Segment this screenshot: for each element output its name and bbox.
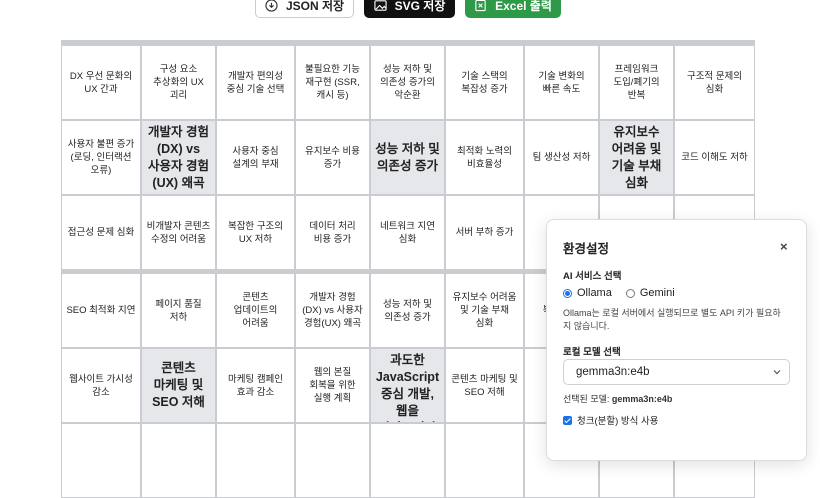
grid-cell[interactable] [216, 423, 295, 498]
grid-cell[interactable]: 콘텐츠 업데이트의 어려움 [216, 273, 295, 348]
model-select-value: gemma3n:e4b [576, 366, 650, 378]
selected-model-prefix: 선택된 모델: [563, 394, 612, 404]
chunk-checkbox[interactable] [563, 415, 572, 425]
grid-cell[interactable]: 기술 변화의 빠른 속도 [524, 45, 599, 120]
excel-export-button[interactable]: Excel 출력 [465, 0, 561, 18]
radio-gemini-label: Gemini [639, 287, 675, 299]
json-save-label: JSON 저장 [285, 0, 345, 13]
grid-cell[interactable]: 성능 저하 및 의존성 증가 [370, 273, 445, 348]
grid-cell[interactable]: 서버 부하 증가 [445, 195, 524, 270]
grid-cell[interactable] [370, 423, 445, 498]
grid-cell[interactable]: 웹의 본질 회복을 위한 실행 계획 [295, 348, 370, 423]
chunk-checkbox-label: 청크(분할) 방식 사용 [577, 416, 659, 427]
grid-cell[interactable]: 성능 저하 및 의존성 증가의 악순환 [370, 45, 445, 120]
ai-service-radio-group: Ollama Gemini [563, 287, 675, 299]
chunk-checkbox-row: 청크(분할) 방식 사용 [563, 413, 659, 427]
chevron-down-icon [773, 370, 781, 375]
selected-model-text: 선택된 모델: gemma3n:e4b [563, 392, 672, 405]
grid-cell[interactable]: 콘텐츠 마케팅 및 SEO 저해 [141, 348, 216, 423]
grid-cell[interactable]: 유지보수 비용 증가 [295, 120, 370, 195]
image-icon [373, 0, 387, 11]
grid-cell[interactable]: 마케팅 캠페인 효과 감소 [216, 348, 295, 423]
grid-cell[interactable]: 사용자 중심 설계의 부재 [216, 120, 295, 195]
grid-cell[interactable] [445, 423, 524, 498]
grid-cell[interactable]: 비개발자 콘텐츠 수정의 어려움 [141, 195, 216, 270]
grid-cell[interactable]: 기술 스택의 복잡성 증가 [445, 45, 524, 120]
grid-cell[interactable] [295, 423, 370, 498]
grid-cell[interactable]: 구성 요소 추상화의 UX 괴리 [141, 45, 216, 120]
grid-cell[interactable]: 사용자 불편 증가(로딩, 인터랙션 오류) [61, 120, 141, 195]
grid-cell[interactable]: 요약 개요 과도한 JavaScript 중심 개발, 웹을 망가뜨리다 [370, 348, 445, 423]
grid-cell[interactable] [141, 423, 216, 498]
settings-modal: 환경설정 × AI 서비스 선택 Ollama Gemini Ollama는 로… [546, 219, 807, 461]
radio-gemini[interactable] [625, 288, 635, 298]
download-icon [265, 0, 278, 12]
ai-service-label: AI 서비스 선택 [563, 271, 622, 282]
selected-model-value: gemma3n:e4b [611, 394, 673, 404]
grid-cell[interactable]: 개발자 경험(DX) vs 사용자 경험(UX) 왜곡 [295, 273, 370, 348]
grid-cell[interactable] [61, 423, 141, 498]
grid-cell[interactable]: 프레임워크 도입/폐기의 반복 [599, 45, 674, 120]
toolbar: JSON 저장 SVG 저장 Excel 출력 [0, 0, 820, 18]
grid-cell[interactable]: 네트워크 지연 심화 [370, 195, 445, 270]
grid-cell[interactable]: 팀 생산성 저하 [524, 120, 599, 195]
grid-cell[interactable]: 최적화 노력의 비효율성 [445, 120, 524, 195]
json-save-button[interactable]: JSON 저장 [255, 0, 354, 18]
grid-cell[interactable]: 웹사이트 가시성 감소 [61, 348, 141, 423]
grid-cell[interactable]: 콘텐츠 마케팅 및 SEO 저해 [445, 348, 524, 423]
grid-cell[interactable]: DX 우선 문화의 UX 간과 [61, 45, 141, 120]
grid-cell[interactable]: 복잡한 구조의 UX 저하 [216, 195, 295, 270]
grid-cell[interactable]: 유지보수 어려움 및 기술 부채 심화 [445, 273, 524, 348]
spreadsheet-icon [475, 0, 486, 11]
grid-cell[interactable]: 개발자 편의성 중심 기술 선택 [216, 45, 295, 120]
grid-cell[interactable]: 페이지 품질 저하 [141, 273, 216, 348]
radio-ollama-label: Ollama [577, 287, 612, 299]
model-select-label: 로컬 모델 선택 [563, 347, 621, 358]
ollama-note: Ollama는 로컬 서버에서 실행되므로 별도 API 키가 필요하지 않습니… [563, 308, 781, 331]
radio-ollama[interactable] [563, 288, 572, 298]
svg-save-button[interactable]: SVG 저장 [364, 0, 455, 18]
grid-cell[interactable]: 구조적 문제의 심화 [674, 45, 755, 120]
grid-cell[interactable]: SEO 최적화 지연 [61, 273, 141, 348]
grid-cell[interactable]: 접근성 문제 심화 [61, 195, 141, 270]
excel-export-label: Excel 출력 [495, 0, 552, 13]
close-button[interactable]: × [780, 239, 788, 254]
grid-cell[interactable]: 데이터 처리 비용 증가 [295, 195, 370, 270]
grid-cell[interactable]: 성능 저하 및 의존성 증가 [370, 120, 445, 195]
grid-cell[interactable]: 유지보수 어려움 및 기술 부채 심화 [599, 120, 674, 195]
grid-cell[interactable]: 불필요한 기능 재구현 (SSR, 캐시 등) [295, 45, 370, 120]
modal-title: 환경설정 [563, 242, 610, 256]
grid-cell[interactable]: 코드 이해도 저하 [674, 120, 755, 195]
grid-cell[interactable]: 개발자 경험(DX) vs 사용자 경험(UX) 왜곡 [141, 120, 216, 195]
model-select[interactable]: gemma3n:e4b [563, 359, 790, 385]
svg-save-label: SVG 저장 [394, 0, 446, 13]
